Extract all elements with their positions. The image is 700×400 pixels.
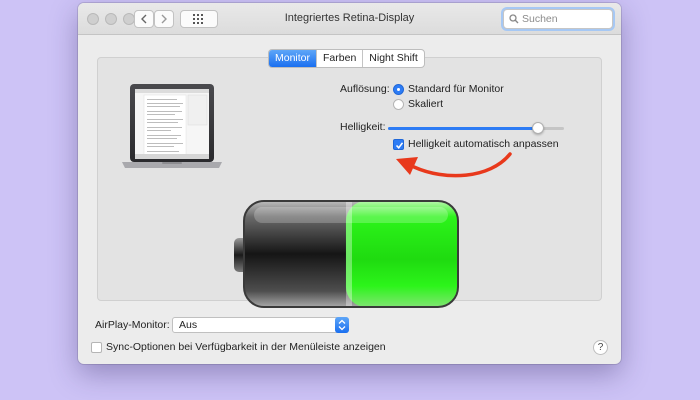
grid-icon (193, 14, 203, 24)
chevron-left-icon (141, 14, 147, 24)
airplay-select[interactable]: Aus (172, 317, 349, 333)
window-title: Integriertes Retina-Display (284, 12, 415, 24)
search-field[interactable]: Suchen (503, 9, 613, 29)
resolution-scaled-label[interactable]: Skaliert (408, 98, 443, 110)
macbook-image (122, 84, 222, 168)
back-button[interactable] (134, 10, 154, 28)
brightness-slider[interactable] (388, 122, 564, 134)
tab-farben[interactable]: Farben (316, 50, 362, 67)
annotation-arrow-icon (396, 152, 512, 178)
resolution-default-label[interactable]: Standard für Monitor (408, 83, 504, 95)
sync-options-checkbox[interactable] (91, 342, 102, 353)
close-button[interactable] (87, 13, 99, 25)
airplay-label: AirPlay-Monitor: (95, 319, 170, 331)
titlebar: Integriertes Retina-Display Suchen (78, 3, 621, 35)
help-button[interactable]: ? (593, 340, 608, 355)
brightness-label: Helligkeit: (340, 121, 386, 133)
show-all-button[interactable] (180, 10, 218, 28)
brightness-slider-fill (388, 127, 538, 130)
search-placeholder: Suchen (522, 13, 558, 25)
airplay-value: Aus (179, 319, 198, 331)
tab-bar: Monitor Farben Night Shift (268, 49, 425, 68)
chevron-right-icon (161, 14, 167, 24)
search-icon (509, 14, 519, 24)
minimize-button[interactable] (105, 13, 117, 25)
tab-night-shift[interactable]: Night Shift (362, 50, 423, 67)
tab-monitor[interactable]: Monitor (269, 50, 317, 67)
forward-button[interactable] (154, 10, 174, 28)
brightness-slider-thumb[interactable] (531, 122, 544, 134)
sync-options-label[interactable]: Sync-Optionen bei Verfügbarkeit in der M… (106, 341, 386, 353)
system-preferences-window: Integriertes Retina-Display Suchen Monit… (78, 3, 621, 364)
resolution-default-radio[interactable] (393, 84, 404, 95)
battery-icon (234, 200, 459, 308)
resolution-scaled-radio[interactable] (393, 99, 404, 110)
select-arrows-icon (335, 317, 349, 333)
resolution-label: Auflösung: (340, 83, 390, 95)
